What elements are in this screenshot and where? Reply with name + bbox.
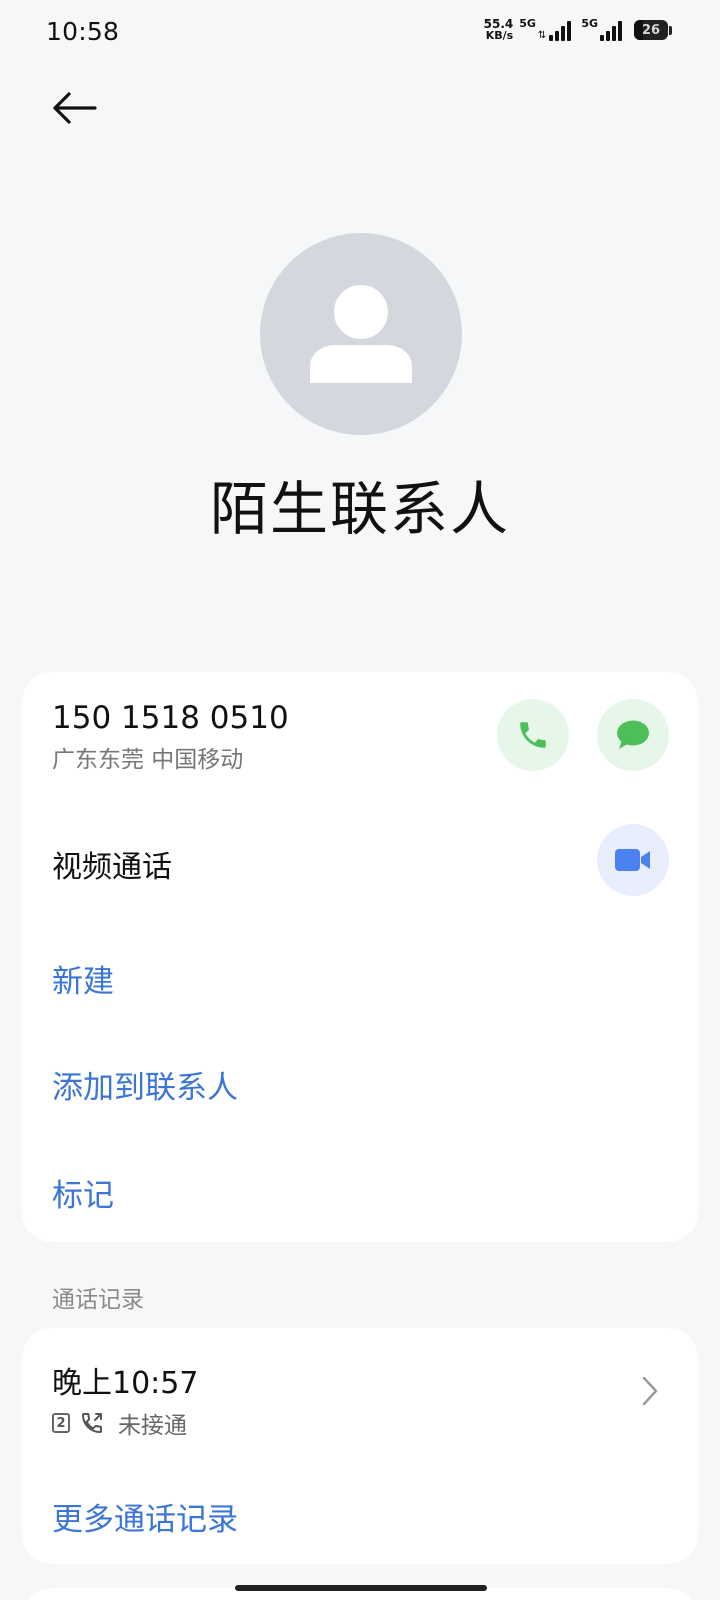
message-icon	[617, 720, 649, 749]
battery-icon: 26	[634, 20, 672, 40]
new-contact-button[interactable]: 新建	[52, 956, 114, 1001]
contact-name: 陌生联系人	[209, 475, 510, 543]
battery-level: 26	[641, 22, 661, 38]
contact-actions-card: 150 1518 0510 广东东莞 中国移动 视频通话 新建 添加到联系人 标…	[22, 672, 698, 1242]
chevron-right-icon	[642, 1376, 658, 1406]
call-meta: 2 未接通	[52, 1406, 187, 1440]
signal-bars-icon	[600, 19, 622, 41]
call-log-entry[interactable]: 晚上10:57 2 未接通	[22, 1328, 698, 1454]
sim1-signal: 5G ⇅	[519, 17, 572, 41]
phone-location: 广东东莞 中国移动	[52, 747, 244, 773]
sim2-network-label: 5G	[581, 17, 598, 30]
status-time: 10:58	[46, 17, 120, 46]
outgoing-call-icon	[81, 1413, 102, 1434]
video-call-label: 视频通话	[52, 850, 172, 885]
sim-card-icon: 2	[52, 1413, 70, 1433]
call-status: 未接通	[118, 1413, 187, 1439]
video-camera-icon	[615, 849, 650, 871]
arrow-left-icon	[53, 92, 97, 124]
network-speed-unit: KB/s	[485, 29, 514, 42]
back-button[interactable]	[46, 80, 102, 136]
phone-icon	[520, 722, 546, 748]
signal-bars-icon	[549, 19, 572, 41]
mark-button[interactable]: 标记	[52, 1170, 114, 1215]
data-arrows-icon: ⇅	[537, 30, 547, 41]
sim1-network-label: 5G	[519, 17, 536, 30]
call-time: 晚上10:57	[52, 1366, 199, 1401]
message-button[interactable]	[597, 699, 669, 771]
status-indicators: 55.4 KB/s 5G ⇅ 5G 26	[484, 17, 672, 42]
call-log-section-title: 通话记录	[52, 1287, 144, 1313]
avatar	[260, 233, 462, 435]
network-speed: 55.4 KB/s	[484, 18, 514, 42]
call-button[interactable]	[497, 699, 569, 771]
sim2-signal: 5G	[581, 17, 622, 41]
video-call-button[interactable]	[597, 824, 669, 896]
add-to-contacts-button[interactable]: 添加到联系人	[52, 1062, 238, 1107]
status-bar: 10:58 55.4 KB/s 5G ⇅ 5G 26	[0, 0, 720, 66]
call-log-card: 晚上10:57 2 未接通 更多通话记录	[22, 1328, 698, 1564]
home-indicator[interactable]	[235, 1585, 487, 1591]
sim-number: 2	[56, 1415, 66, 1431]
screen: 10:58 55.4 KB/s 5G ⇅ 5G 26 陌生联系人 150 151…	[0, 0, 720, 1600]
phone-number: 150 1518 0510	[52, 700, 289, 736]
person-icon	[310, 285, 412, 383]
more-call-records-button[interactable]: 更多通话记录	[52, 1494, 238, 1539]
